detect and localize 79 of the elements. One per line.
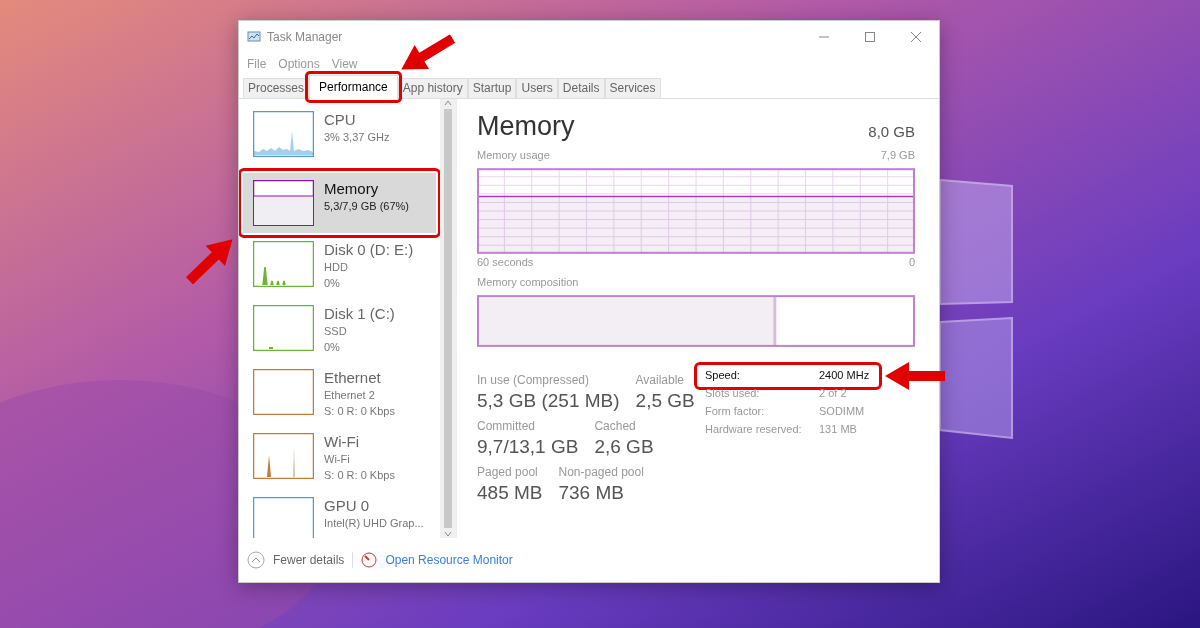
chart-max: 7,9 GB <box>880 148 915 163</box>
stat-value: 5,3 GB (251 MB) <box>477 388 620 413</box>
detail-value: 131 MB <box>819 422 857 438</box>
item-detail: Wi-Fi <box>324 452 351 467</box>
axis-label: 60 seconds <box>477 254 534 270</box>
sidebar-item[interactable]: Disk 1 (C:) SSD 0% <box>243 301 436 365</box>
item-name: CPU <box>324 111 357 129</box>
item-detail: Intel(R) UHD Grap... <box>324 516 424 531</box>
menu-item[interactable]: Options <box>278 55 320 71</box>
stat-label: Non-paged pool <box>558 463 644 481</box>
stat-value: 485 MB <box>477 480 543 505</box>
close-icon <box>910 31 922 43</box>
item-detail: S: 0 R: 0 Kbps <box>324 404 395 419</box>
scrollbar[interactable] <box>440 99 456 538</box>
gauge-icon <box>361 552 378 568</box>
chart-label: Memory composition <box>477 275 580 290</box>
menu-item[interactable]: View <box>331 55 358 71</box>
tab[interactable]: Users <box>516 78 558 98</box>
window-title: Task Manager <box>267 29 344 46</box>
item-name: Memory <box>324 180 380 198</box>
panel-title: Memory <box>477 110 575 143</box>
stat-label: Paged pool <box>477 463 539 481</box>
tab[interactable]: Processes <box>243 78 310 98</box>
usage-graph <box>253 369 314 415</box>
item-detail: 3% 3,37 GHz <box>324 130 390 145</box>
usage-graph <box>253 305 314 351</box>
sidebar-item[interactable]: CPU 3% 3,37 GHz <box>243 107 436 171</box>
menu-item[interactable]: File <box>247 55 267 71</box>
item-detail: 0% <box>324 276 341 291</box>
item-name: Disk 0 (D: E:) <box>324 241 414 259</box>
app-icon <box>247 30 261 44</box>
sidebar-item[interactable]: Disk 0 (D: E:) HDD 0% <box>243 237 436 301</box>
stat-value: 9,7/13,1 GB <box>477 434 579 459</box>
detail-value: 2400 MHz <box>819 368 870 384</box>
annotation-arrow <box>885 360 945 391</box>
item-name: Disk 1 (C:) <box>324 305 395 323</box>
item-name: Ethernet <box>324 369 382 387</box>
sidebar-item[interactable]: Ethernet Ethernet 2 S: 0 R: 0 Kbps <box>243 365 436 429</box>
stat-label: Committed <box>477 417 536 435</box>
axis-label: 0 <box>908 254 915 270</box>
stat-value: 2,5 GB <box>635 388 695 413</box>
sidebar-item[interactable]: GPU 0 Intel(R) UHD Grap... <box>243 493 436 538</box>
collapse-icon <box>247 551 265 569</box>
stat-label: In use (Compressed) <box>477 371 591 389</box>
maximize-icon <box>864 31 876 43</box>
tab[interactable]: App history <box>397 78 468 98</box>
sidebar-item[interactable]: Wi-Fi Wi-Fi S: 0 R: 0 Kbps <box>243 429 436 493</box>
item-name: Wi-Fi <box>324 433 360 451</box>
tab[interactable]: Services <box>604 78 661 98</box>
detail-label: Slots used: <box>705 386 761 402</box>
detail-label: Speed: <box>705 368 741 384</box>
tab[interactable]: Details <box>557 78 605 98</box>
item-detail: 0% <box>324 340 341 355</box>
scroll-up-icon <box>444 99 452 107</box>
detail-value: SODIMM <box>819 404 865 420</box>
usage-graph <box>253 241 314 287</box>
detail-label: Form factor: <box>705 404 766 420</box>
item-detail: Ethernet 2 <box>324 388 376 403</box>
stat-value: 2,6 GB <box>594 434 654 459</box>
usage-graph <box>253 433 314 479</box>
usage-graph <box>253 111 314 157</box>
total-memory: 8,0 GB <box>868 121 915 142</box>
stat-label: Cached <box>594 417 637 435</box>
usage-graph <box>253 497 314 538</box>
item-detail: HDD <box>324 260 349 275</box>
tab[interactable]: Startup <box>467 78 517 98</box>
usage-graph <box>253 180 314 226</box>
resource-monitor-link[interactable]: Open Resource Monitor <box>385 551 513 569</box>
item-detail: SSD <box>324 324 348 339</box>
fewer-details-link[interactable]: Fewer details <box>273 551 345 569</box>
detail-value: 2 of 2 <box>819 386 847 402</box>
scroll-down-icon <box>444 530 452 538</box>
item-detail: 5,3/7,9 GB (67%) <box>324 199 409 214</box>
detail-label: Hardware reserved: <box>705 422 803 438</box>
item-name: GPU 0 <box>324 497 370 515</box>
item-detail: S: 0 R: 0 Kbps <box>324 468 395 483</box>
stat-label: Available <box>635 371 686 389</box>
chart-label: Memory usage <box>477 148 550 163</box>
stat-value: 736 MB <box>558 480 625 505</box>
